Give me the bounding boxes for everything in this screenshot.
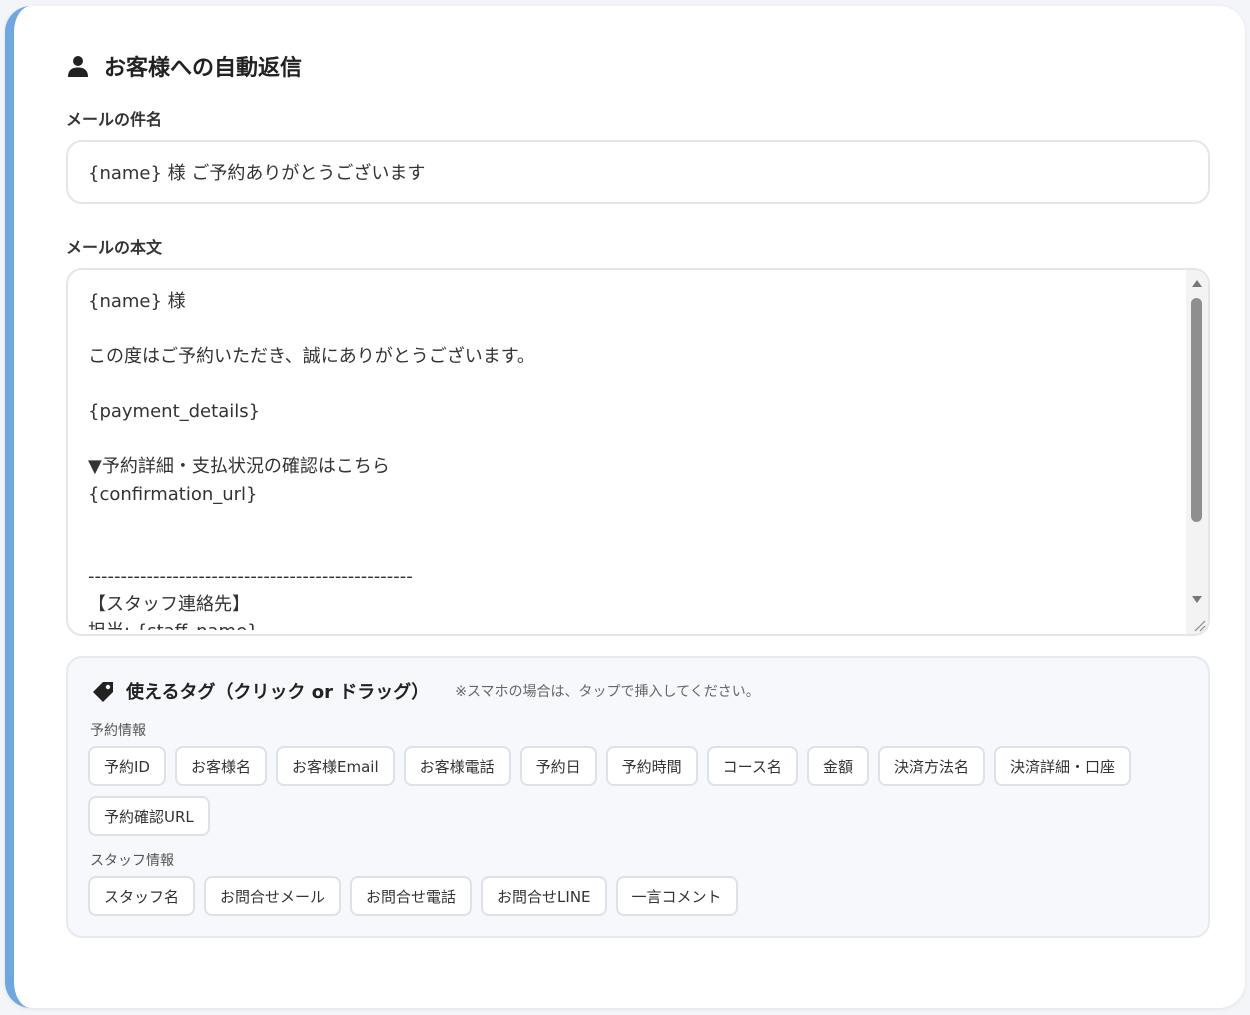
body-text[interactable]: {name} 様この度はご予約いただき、誠にありがとうございます。 {paymen…	[88, 288, 1168, 630]
tag-button[interactable]: 金額	[806, 746, 869, 786]
subject-input[interactable]	[66, 140, 1210, 204]
tag-button[interactable]: お問合せLINE	[481, 876, 607, 916]
body-textarea[interactable]: {name} 様この度はご予約いただき、誠にありがとうございます。 {paymen…	[66, 268, 1210, 636]
body-line: 【スタッフ連絡先】	[88, 593, 250, 615]
body-line: ▼予約詳細・支払状況の確認はこちら	[88, 456, 390, 477]
scroll-down-arrow-icon[interactable]	[1192, 596, 1202, 603]
tag-list-staff: スタッフ名 お問合せメール お問合せ電話 お問合せLINE 一言コメント	[88, 876, 1178, 916]
tag-button[interactable]: 予約日	[519, 746, 597, 786]
body-line: ----------------------------------------…	[88, 566, 413, 587]
body-line: この度はご予約いただき、誠にありがとうございます。	[88, 346, 535, 367]
body-line: {confirmation_url}	[88, 483, 258, 505]
tag-icon	[93, 682, 113, 702]
tag-button[interactable]: コース名	[706, 746, 798, 786]
tag-button[interactable]: 予約ID	[88, 746, 166, 786]
tags-title: 使えるタグ（クリック or ドラッグ）	[126, 682, 430, 703]
user-icon	[68, 56, 88, 77]
tag-button[interactable]: お問合せ電話	[350, 876, 473, 916]
tag-button[interactable]: お問合せメール	[204, 876, 342, 916]
group-label-reservation: 予約情報	[90, 723, 146, 739]
tag-button[interactable]: スタッフ名	[88, 876, 196, 916]
body-line	[88, 371, 1168, 399]
tag-button[interactable]: 一言コメント	[615, 876, 738, 916]
tags-note: ※スマホの場合は、タップで挿入してください。	[455, 684, 760, 700]
body-line	[88, 536, 1168, 564]
tags-header: 使えるタグ（クリック or ドラッグ） ※スマホの場合は、タップで挿入してくださ…	[90, 678, 760, 704]
scroll-up-arrow-icon[interactable]	[1192, 280, 1202, 287]
section-title-text: お客様への自動返信	[104, 56, 303, 81]
tag-button[interactable]: 決済方法名	[877, 746, 985, 786]
scroll-thumb[interactable]	[1191, 298, 1202, 522]
group-label-staff: スタッフ情報	[90, 853, 174, 869]
tag-list-reservation: 予約ID お客様名 お客様Email お客様電話 予約日 予約時間 コース名 金額 決済方法名決…	[88, 746, 1178, 836]
tags-panel: 使えるタグ（クリック or ドラッグ） ※スマホの場合は、タップで挿入してくださ…	[66, 656, 1210, 938]
body-label: メールの本文	[66, 238, 163, 257]
subject-label: メールの件名	[66, 110, 163, 129]
tag-button[interactable]: 予約確認URL	[88, 796, 210, 836]
body-line	[88, 508, 1168, 536]
tag-button[interactable]: お客様名	[174, 746, 267, 786]
body-line	[88, 316, 1168, 344]
body-line: 担当: {staff_name}	[88, 618, 1168, 630]
resize-grip-icon[interactable]	[1192, 618, 1206, 632]
body-line: {name} 様	[88, 291, 186, 312]
tag-button[interactable]: お客様電話	[403, 746, 511, 786]
body-scrollbar[interactable]	[1186, 270, 1208, 634]
tag-button[interactable]: お客様Email	[276, 746, 395, 786]
body-line	[88, 426, 1168, 454]
section-title: お客様への自動返信	[66, 50, 302, 82]
auto-reply-card: お客様への自動返信 メールの件名 メールの本文 {name} 様この度はご予約い…	[5, 6, 1245, 1008]
tag-button[interactable]: 予約時間	[605, 746, 698, 786]
body-line: {payment_details}	[88, 401, 261, 422]
tag-button[interactable]: 決済詳細・口座	[993, 746, 1131, 786]
